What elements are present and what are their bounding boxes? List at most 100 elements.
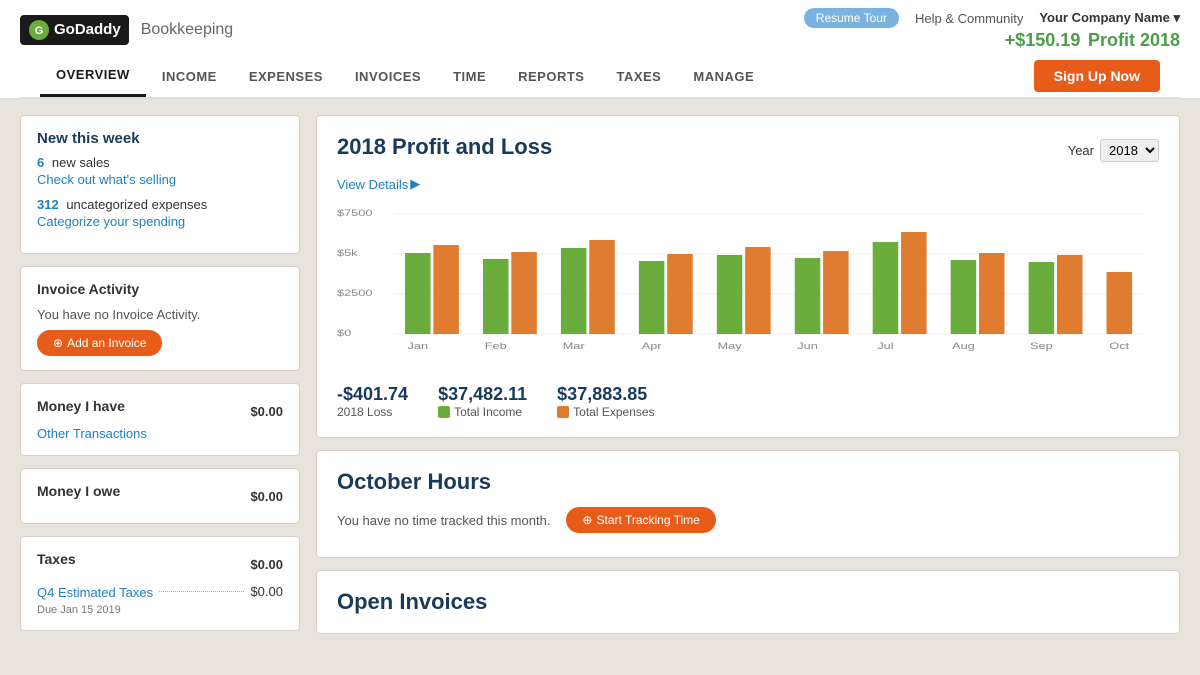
new-this-week-card: New this week 6 new sales Check out what… bbox=[20, 115, 300, 254]
help-community-link[interactable]: Help & Community bbox=[915, 11, 1023, 26]
header-top: G GoDaddy Bookkeeping Resume Tour Help &… bbox=[20, 0, 1180, 55]
company-dropdown-arrow: ▾ bbox=[1173, 10, 1180, 25]
view-details-link[interactable]: View Details ▶ bbox=[337, 176, 1159, 192]
godaddy-logo[interactable]: G GoDaddy bbox=[20, 15, 129, 45]
company-name-dropdown[interactable]: Your Company Name ▾ bbox=[1039, 10, 1180, 26]
logo-area: G GoDaddy Bookkeeping bbox=[20, 15, 794, 45]
profit-loss-header: 2018 Profit and Loss Year 2018 2017 2016 bbox=[337, 134, 1159, 166]
bar-chart: $7500 $5k $2500 $0 bbox=[337, 204, 1159, 364]
year-select[interactable]: 2018 2017 2016 bbox=[1100, 139, 1159, 162]
expenses-count: 312 bbox=[37, 197, 59, 212]
money-have-value: $0.00 bbox=[250, 404, 283, 419]
svg-text:G: G bbox=[35, 25, 44, 37]
loss-label: 2018 Loss bbox=[337, 405, 408, 419]
stats-row: -$401.74 2018 Loss $37,482.11 Total Inco… bbox=[337, 374, 1159, 419]
open-invoices-title: Open Invoices bbox=[337, 589, 1159, 615]
nav-item-manage[interactable]: MANAGE bbox=[677, 57, 770, 96]
signup-button[interactable]: Sign Up Now bbox=[1034, 60, 1160, 92]
money-have-title: Money I have bbox=[37, 398, 125, 414]
money-owe-value: $0.00 bbox=[250, 489, 283, 504]
sales-section: 6 new sales Check out what's selling bbox=[37, 155, 283, 187]
nav-item-income[interactable]: INCOME bbox=[146, 57, 233, 96]
profit-value: +$150.19 bbox=[1005, 30, 1081, 50]
income-legend: Total Income bbox=[438, 405, 527, 419]
invoice-activity-card: Invoice Activity You have no Invoice Act… bbox=[20, 266, 300, 371]
svg-text:$2500: $2500 bbox=[337, 289, 372, 299]
svg-text:$7500: $7500 bbox=[337, 209, 372, 219]
nav-item-expenses[interactable]: EXPENSES bbox=[233, 57, 339, 96]
svg-text:Feb: Feb bbox=[485, 342, 507, 352]
q4-taxes-value: $0.00 bbox=[250, 584, 283, 599]
nav-item-time[interactable]: TIME bbox=[437, 57, 502, 96]
nav-item-taxes[interactable]: TAXES bbox=[600, 57, 677, 96]
header-top-right: Resume Tour Help & Community Your Compan… bbox=[804, 8, 1180, 28]
header-right: Resume Tour Help & Community Your Compan… bbox=[804, 8, 1180, 51]
svg-text:Oct: Oct bbox=[1109, 342, 1129, 352]
start-tracking-button[interactable]: ⊕ Start Tracking Time bbox=[566, 507, 715, 533]
profit-loss-section: 2018 Profit and Loss Year 2018 2017 2016… bbox=[316, 115, 1180, 438]
open-invoices-section: Open Invoices bbox=[316, 570, 1180, 634]
year-label: Year bbox=[1068, 143, 1094, 158]
godaddy-logo-icon: G bbox=[28, 19, 50, 41]
svg-text:Jan: Jan bbox=[408, 342, 429, 352]
new-this-week-title: New this week bbox=[37, 130, 283, 147]
invoice-activity-title: Invoice Activity bbox=[37, 281, 283, 297]
view-details-arrow-icon: ▶ bbox=[410, 176, 420, 192]
profit-label: Profit 2018 bbox=[1088, 30, 1180, 50]
expenses-section: 312 uncategorized expenses Categorize yo… bbox=[37, 197, 283, 229]
add-invoice-button[interactable]: ⊕ Add an Invoice bbox=[37, 330, 162, 356]
content-area: 2018 Profit and Loss Year 2018 2017 2016… bbox=[316, 115, 1180, 646]
main-content: New this week 6 new sales Check out what… bbox=[0, 99, 1200, 662]
expenses-stat: $37,883.85 Total Expenses bbox=[557, 384, 654, 419]
dotted-separator bbox=[159, 591, 244, 592]
profit-loss-chart: $7500 $5k $2500 $0 bbox=[337, 204, 1159, 364]
nav-item-reports[interactable]: REPORTS bbox=[502, 57, 600, 96]
sidebar: New this week 6 new sales Check out what… bbox=[20, 115, 300, 646]
money-have-card: Money I have $0.00 Other Transactions bbox=[20, 383, 300, 456]
q4-taxes-link[interactable]: Q4 Estimated Taxes bbox=[37, 585, 153, 600]
svg-text:Aug: Aug bbox=[952, 342, 975, 352]
money-have-header: Money I have $0.00 bbox=[37, 398, 283, 424]
taxes-card: Taxes $0.00 Q4 Estimated Taxes $0.00 Due… bbox=[20, 536, 300, 631]
nav: OVERVIEW INCOME EXPENSES INVOICES TIME R… bbox=[20, 55, 1180, 98]
hours-row: You have no time tracked this month. ⊕ S… bbox=[337, 501, 1159, 539]
profit-display: +$150.19 Profit 2018 bbox=[1005, 30, 1180, 51]
taxes-value: $0.00 bbox=[250, 557, 283, 572]
money-owe-title: Money I owe bbox=[37, 483, 120, 499]
start-tracking-icon: ⊕ bbox=[582, 513, 592, 527]
expenses-label: uncategorized expenses bbox=[66, 197, 207, 212]
check-selling-link[interactable]: Check out what's selling bbox=[37, 172, 283, 187]
q4-taxes-row: Q4 Estimated Taxes $0.00 bbox=[37, 583, 283, 600]
taxes-header: Taxes $0.00 bbox=[37, 551, 283, 577]
expenses-value: $37,883.85 bbox=[557, 384, 654, 405]
svg-text:$5k: $5k bbox=[337, 249, 358, 259]
svg-text:$0: $0 bbox=[337, 329, 351, 339]
add-invoice-label: Add an Invoice bbox=[67, 336, 146, 350]
svg-text:Mar: Mar bbox=[563, 342, 585, 352]
due-date: Due Jan 15 2019 bbox=[37, 604, 283, 616]
income-label: Total Income bbox=[454, 405, 522, 419]
svg-text:Jul: Jul bbox=[877, 342, 893, 352]
income-stat: $37,482.11 Total Income bbox=[438, 384, 527, 419]
money-owe-card: Money I owe $0.00 bbox=[20, 468, 300, 524]
resume-tour-button[interactable]: Resume Tour bbox=[804, 8, 899, 28]
svg-text:Jun: Jun bbox=[797, 342, 818, 352]
sales-count: 6 bbox=[37, 155, 44, 170]
profit-loss-title: 2018 Profit and Loss bbox=[337, 134, 552, 160]
svg-text:Sep: Sep bbox=[1030, 342, 1053, 352]
sales-label: new sales bbox=[52, 155, 110, 170]
income-legend-dot bbox=[438, 406, 450, 418]
taxes-title: Taxes bbox=[37, 551, 76, 567]
expenses-label: Total Expenses bbox=[573, 405, 654, 419]
categorize-link[interactable]: Categorize your spending bbox=[37, 214, 283, 229]
svg-text:May: May bbox=[718, 342, 743, 352]
nav-item-invoices[interactable]: INVOICES bbox=[339, 57, 437, 96]
expenses-legend: Total Expenses bbox=[557, 405, 654, 419]
money-owe-header: Money I owe $0.00 bbox=[37, 483, 283, 509]
header: G GoDaddy Bookkeeping Resume Tour Help &… bbox=[0, 0, 1200, 99]
svg-text:Apr: Apr bbox=[642, 342, 662, 352]
start-tracking-label: Start Tracking Time bbox=[596, 513, 699, 527]
nav-item-overview[interactable]: OVERVIEW bbox=[40, 55, 146, 97]
other-transactions-link[interactable]: Other Transactions bbox=[37, 426, 283, 441]
no-time-text: You have no time tracked this month. bbox=[337, 513, 550, 528]
